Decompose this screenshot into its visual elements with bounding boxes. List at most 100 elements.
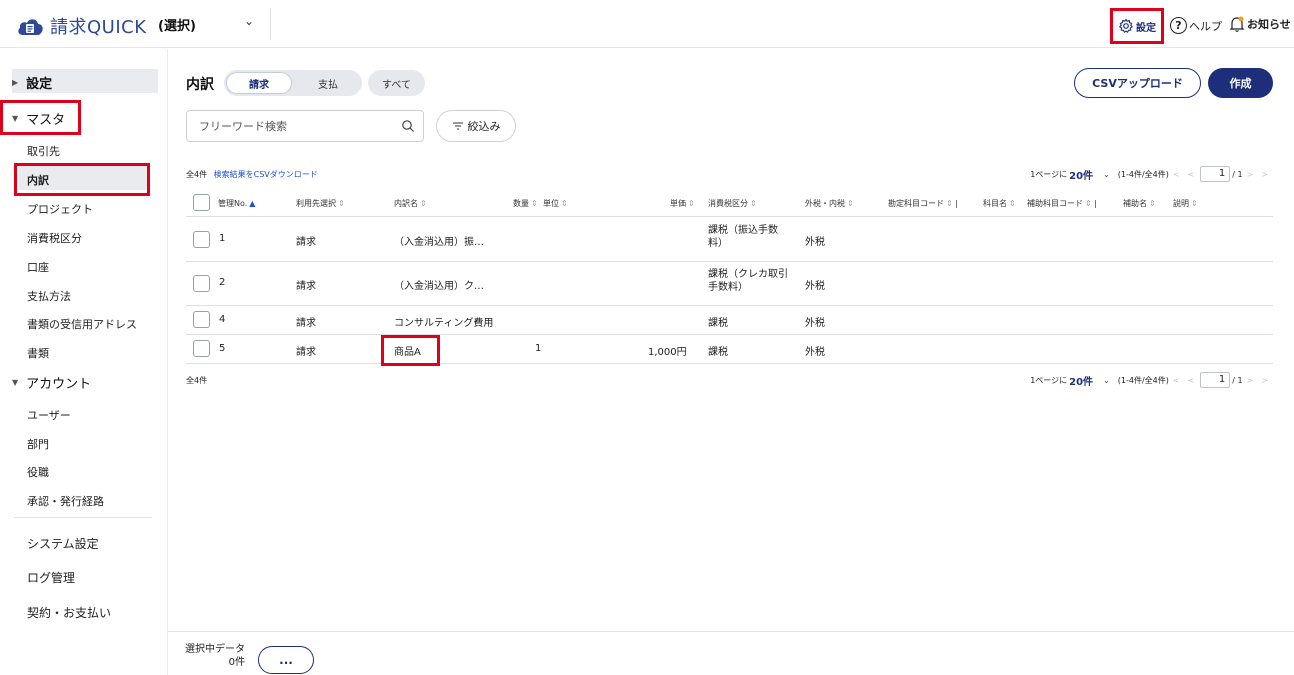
- last-page-icon[interactable]: >: [1261, 376, 1268, 385]
- pager-top: 1ページに 20件 ⌄ (1-4件/全4件) < < 1 / 1 > >: [1030, 166, 1272, 182]
- csv-download-link[interactable]: 検索結果をCSVダウンロード: [214, 170, 318, 179]
- chevron-down-icon[interactable]: ⌄: [244, 14, 254, 28]
- per-page-prefix: 1ページに: [1030, 375, 1068, 385]
- sort-icon: ⇕: [531, 199, 538, 208]
- cell-usage: 請求: [296, 318, 316, 329]
- sidebar-item-users[interactable]: ユーザー: [27, 407, 71, 423]
- header-notice-button[interactable]: お知らせ: [1228, 15, 1291, 33]
- first-page-icon[interactable]: <: [1173, 170, 1180, 179]
- chevron-down-icon[interactable]: ⌄: [1103, 170, 1110, 179]
- caret-down-icon: ▼: [12, 378, 19, 387]
- csv-upload-button[interactable]: CSVアップロード: [1074, 68, 1201, 98]
- page-number-input[interactable]: 1: [1200, 166, 1231, 182]
- app-header: 請求QUICK (選択) ⌄ 設定 ? ヘルプ お知らせ: [0, 0, 1294, 48]
- gear-icon: [1118, 18, 1134, 34]
- sidebar-item-contract-payment[interactable]: 契約・お支払い: [27, 604, 111, 621]
- cell-usage: 請求: [296, 347, 316, 358]
- table-row[interactable]: 1 請求 （入金消込用）振… 課税（振込手数料） 外税: [186, 217, 1273, 262]
- create-button[interactable]: 作成: [1208, 68, 1273, 98]
- select-all-checkbox[interactable]: [193, 194, 210, 211]
- sidebar-item-accounts-bank[interactable]: 口座: [27, 259, 49, 275]
- cell-name[interactable]: （入金消込用）振…: [394, 233, 484, 248]
- app-logo[interactable]: 請求QUICK: [16, 13, 147, 39]
- header-notice-label: お知らせ: [1247, 18, 1291, 31]
- more-actions-button[interactable]: ...: [258, 646, 314, 674]
- selection-label: 選択中データ: [185, 644, 245, 655]
- sort-icon: ⇕: [1149, 199, 1156, 208]
- filter-button[interactable]: 絞込み: [436, 110, 516, 142]
- col-header-sub-code[interactable]: 補助科目コード ⇕ |: [1027, 198, 1097, 209]
- header-settings-button[interactable]: 設定: [1110, 8, 1164, 44]
- sidebar-group-account-label: アカウント: [26, 377, 92, 392]
- cell-price: 1,000円: [648, 347, 687, 358]
- bottom-result-count: 全4件: [186, 376, 208, 385]
- row-checkbox[interactable]: [193, 311, 210, 328]
- sidebar-item-payment-methods[interactable]: 支払方法: [27, 288, 71, 304]
- table-row[interactable]: 2 請求 （入金消込用）ク… 課税（クレカ取引手数料） 外税: [186, 262, 1273, 306]
- prev-page-icon[interactable]: <: [1188, 170, 1195, 179]
- sidebar-item-projects[interactable]: プロジェクト: [27, 201, 93, 217]
- sidebar-item-tax-categories[interactable]: 消費税区分: [27, 230, 82, 246]
- app-name: 請求QUICK: [50, 17, 147, 38]
- next-page-icon[interactable]: >: [1247, 170, 1254, 179]
- cell-no: 1: [219, 233, 226, 244]
- page-number-input[interactable]: 1: [1200, 372, 1231, 388]
- col-header-name[interactable]: 内訳名 ⇕: [394, 198, 427, 209]
- col-header-qty[interactable]: 数量 ⇕: [513, 198, 538, 209]
- sidebar-item-receive-address[interactable]: 書類の受信用アドレス: [27, 316, 137, 332]
- sort-icon: ⇕: [750, 199, 757, 208]
- row-checkbox[interactable]: [193, 231, 210, 248]
- first-page-icon[interactable]: <: [1173, 376, 1180, 385]
- col-header-sub-name[interactable]: 補助名 ⇕: [1123, 198, 1156, 209]
- sidebar-divider: [14, 517, 152, 518]
- col-header-unit[interactable]: 単位 ⇕: [543, 198, 568, 209]
- sidebar-item-clients[interactable]: 取引先: [27, 143, 60, 159]
- search-icon[interactable]: [401, 119, 415, 133]
- highlight-box-items: [14, 163, 150, 196]
- selection-count: 0件: [228, 657, 245, 668]
- sidebar-group-settings[interactable]: ▶ 設定: [12, 73, 52, 92]
- sidebar-item-documents[interactable]: 書類: [27, 345, 49, 361]
- col-header-no[interactable]: 管理No. ▲: [218, 198, 255, 209]
- result-count: 全4件: [186, 170, 208, 179]
- sort-icon: ⇕: [561, 199, 568, 208]
- sidebar-item-system-settings[interactable]: システム設定: [27, 535, 99, 552]
- tab-all[interactable]: すべて: [368, 70, 425, 96]
- cell-name[interactable]: コンサルティング費用: [394, 314, 493, 329]
- tab-billing[interactable]: 請求: [226, 72, 292, 94]
- sidebar-group-account[interactable]: ▼ アカウント: [12, 373, 91, 392]
- prev-page-icon[interactable]: <: [1188, 376, 1195, 385]
- last-page-icon[interactable]: >: [1261, 170, 1268, 179]
- row-checkbox[interactable]: [193, 340, 210, 357]
- sidebar-item-positions[interactable]: 役職: [27, 464, 49, 480]
- next-page-icon[interactable]: >: [1247, 376, 1254, 385]
- sidebar-item-approval-routes[interactable]: 承認・発行経路: [27, 493, 104, 509]
- pager-bottom: 1ページに 20件 ⌄ (1-4件/全4件) < < 1 / 1 > >: [1030, 372, 1272, 388]
- org-select[interactable]: (選択): [158, 15, 196, 34]
- col-header-usage[interactable]: 利用先選択 ⇕: [296, 198, 345, 209]
- table-row[interactable]: 4 請求 コンサルティング費用 課税 外税: [186, 306, 1273, 335]
- col-header-price[interactable]: 単価 ⇕: [670, 198, 695, 209]
- result-count-row: 全4件 検索結果をCSVダウンロード: [186, 169, 318, 180]
- sidebar-item-departments[interactable]: 部門: [27, 436, 49, 452]
- col-header-tax[interactable]: 消費税区分 ⇕: [708, 198, 757, 209]
- per-page-select[interactable]: 20件: [1069, 167, 1093, 182]
- cell-no: 4: [219, 314, 226, 325]
- cell-tax: 課税（振込手数料）: [708, 225, 778, 249]
- header-help-button[interactable]: ? ヘルプ: [1170, 17, 1222, 34]
- col-header-account-code[interactable]: 勘定科目コード ⇕ |: [888, 198, 958, 209]
- col-header-account-name[interactable]: 科目名 ⇕: [983, 198, 1016, 209]
- highlight-box-product: [381, 335, 440, 366]
- sort-icon: ⇕: [1009, 199, 1016, 208]
- cell-name[interactable]: （入金消込用）ク…: [394, 277, 484, 292]
- cell-no: 5: [219, 343, 226, 354]
- col-header-description[interactable]: 説明 ⇕: [1173, 198, 1198, 209]
- chevron-down-icon[interactable]: ⌄: [1103, 376, 1110, 385]
- table-row[interactable]: 5 請求 商品A 1 1,000円 課税 外税: [186, 335, 1273, 364]
- sidebar-item-log-management[interactable]: ログ管理: [27, 569, 75, 586]
- col-header-tax-type[interactable]: 外税・内税 ⇕: [805, 198, 854, 209]
- per-page-select[interactable]: 20件: [1069, 373, 1093, 388]
- search-input[interactable]: [199, 111, 399, 141]
- row-checkbox[interactable]: [193, 275, 210, 292]
- tab-payment[interactable]: 支払: [296, 72, 360, 94]
